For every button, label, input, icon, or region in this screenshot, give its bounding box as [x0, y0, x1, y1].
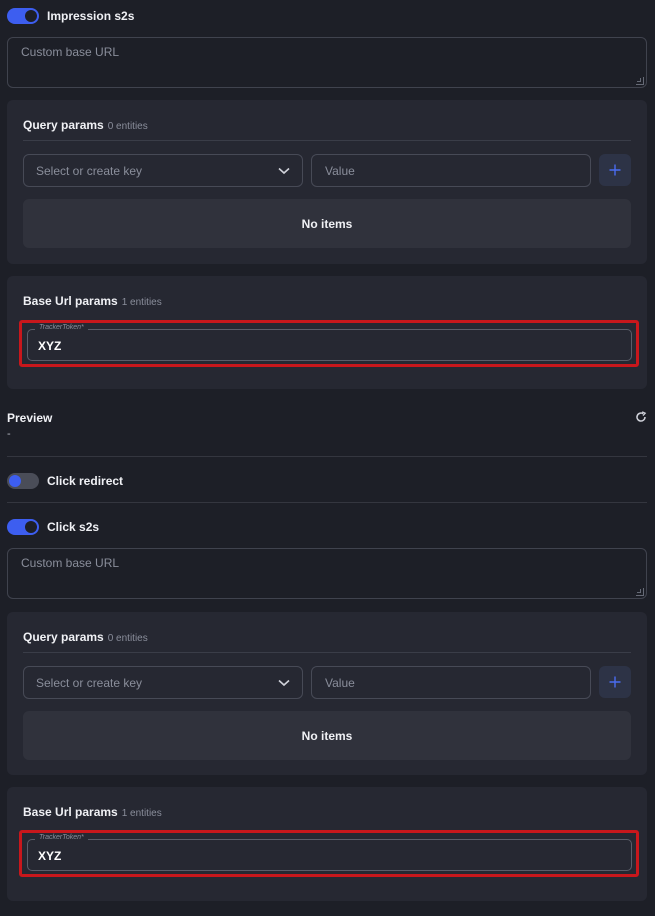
query-params-title: Query params 0 entities — [23, 630, 148, 644]
query-params-count: 0 entities — [107, 121, 148, 132]
value-input[interactable]: Value — [311, 154, 591, 187]
plus-icon — [609, 676, 621, 688]
select-key-dropdown[interactable]: Select or create key — [23, 666, 303, 699]
plus-icon — [609, 164, 621, 176]
refresh-icon[interactable] — [635, 411, 647, 423]
impression-query-params-card: Query params 0 entities Select or create… — [7, 100, 647, 264]
impression-base-url-params-card: Base Url params 1 entities TrackerToken*… — [7, 276, 647, 389]
divider — [7, 456, 647, 457]
click-redirect-toggle[interactable] — [7, 473, 39, 489]
base-url-params-title: Base Url params 1 entities — [23, 805, 162, 819]
resize-handle-icon[interactable] — [636, 77, 644, 85]
impression-base-url-input[interactable]: Custom base URL — [7, 37, 647, 88]
preview-value: - — [7, 428, 11, 440]
empty-state: No items — [23, 199, 631, 248]
click-base-url-input[interactable]: Custom base URL — [7, 548, 647, 599]
tracker-token-value: XYZ — [38, 849, 62, 863]
resize-handle-icon[interactable] — [636, 588, 644, 596]
highlight-box: TrackerToken* XYZ — [19, 320, 639, 367]
impression-s2s-toggle-row: Impression s2s — [7, 7, 134, 25]
select-key-placeholder: Select or create key — [36, 163, 143, 178]
chevron-down-icon — [278, 167, 290, 174]
divider — [7, 502, 647, 503]
tracker-token-value: XYZ — [38, 339, 62, 353]
click-base-url-placeholder: Custom base URL — [21, 556, 120, 570]
base-url-params-count: 1 entities — [121, 297, 162, 308]
impression-s2s-label: Impression s2s — [47, 9, 135, 23]
query-params-count: 0 entities — [107, 633, 148, 644]
click-s2s-label: Click s2s — [47, 520, 100, 534]
value-placeholder: Value — [325, 675, 355, 690]
divider — [23, 652, 631, 653]
add-param-button[interactable] — [599, 154, 631, 186]
click-s2s-toggle-row: Click s2s — [7, 518, 99, 536]
value-input[interactable]: Value — [311, 666, 591, 699]
query-params-title: Query params 0 entities — [23, 118, 148, 132]
tracker-token-label: TrackerToken* — [35, 324, 88, 331]
add-param-button[interactable] — [599, 666, 631, 698]
base-url-params-title: Base Url params 1 entities — [23, 294, 162, 308]
click-redirect-label: Click redirect — [47, 474, 124, 488]
base-url-params-count: 1 entities — [121, 808, 162, 819]
empty-state: No items — [23, 711, 631, 760]
select-key-dropdown[interactable]: Select or create key — [23, 154, 303, 187]
tracker-token-field[interactable]: TrackerToken* XYZ — [27, 834, 632, 871]
highlight-box: TrackerToken* XYZ — [19, 830, 639, 877]
value-placeholder: Value — [325, 163, 355, 178]
preview-label: Preview — [7, 411, 53, 425]
impression-base-url-placeholder: Custom base URL — [21, 45, 120, 59]
click-base-url-params-card: Base Url params 1 entities TrackerToken*… — [7, 787, 647, 901]
click-s2s-toggle[interactable] — [7, 519, 39, 535]
impression-s2s-toggle[interactable] — [7, 8, 39, 24]
select-key-placeholder: Select or create key — [36, 675, 143, 690]
tracker-token-label: TrackerToken* — [35, 834, 88, 841]
click-query-params-card: Query params 0 entities Select or create… — [7, 612, 647, 775]
chevron-down-icon — [278, 679, 290, 686]
divider — [23, 140, 631, 141]
tracker-token-field[interactable]: TrackerToken* XYZ — [27, 324, 632, 361]
click-redirect-toggle-row: Click redirect — [7, 472, 123, 490]
